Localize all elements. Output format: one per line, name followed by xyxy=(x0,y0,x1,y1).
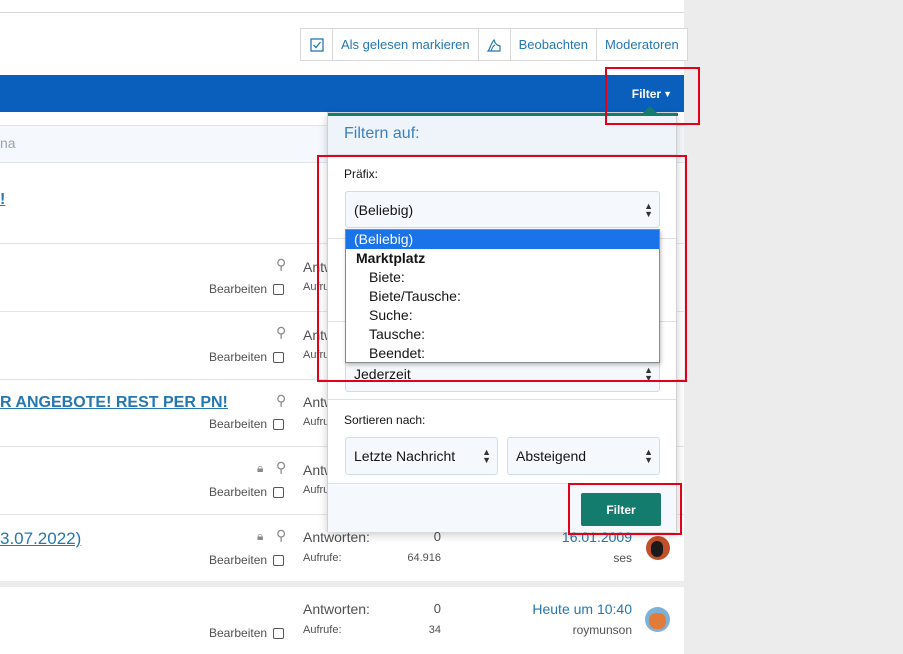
edit-label: Bearbeiten xyxy=(209,282,268,296)
pin-icon: ⚲ xyxy=(276,392,287,408)
thread-title-link[interactable]: R ANGEBOTE! REST PER PN! xyxy=(0,394,228,412)
select-checkbox[interactable] xyxy=(273,351,285,363)
sort-field-value: Letzte Nachricht xyxy=(354,448,456,464)
sort-label: Sortieren nach: xyxy=(344,413,426,427)
watch-button[interactable]: Beobachten xyxy=(511,29,598,60)
highlight-box-submit xyxy=(568,483,682,535)
select-checkbox[interactable] xyxy=(273,418,285,430)
edit-control[interactable]: Bearbeiten xyxy=(209,485,285,499)
views-label: Aufru xyxy=(303,484,330,496)
replies-label: Antworten: xyxy=(303,601,370,617)
sort-order-select[interactable]: Absteigend ▲ ▼ xyxy=(507,437,660,475)
last-post-date[interactable]: Heute um 10:40 xyxy=(500,601,632,617)
select-checkbox[interactable] xyxy=(273,283,285,295)
edit-control[interactable]: Bearbeiten xyxy=(209,350,285,364)
edit-control[interactable]: Bearbeiten xyxy=(209,417,285,431)
last-post-user[interactable]: ses xyxy=(560,551,632,565)
mark-read-button[interactable]: Als gelesen markieren xyxy=(333,29,479,60)
views-label: Aufru xyxy=(303,416,330,428)
sort-field-select[interactable]: Letzte Nachricht ▲ ▼ xyxy=(345,437,498,475)
edit-control[interactable]: Bearbeiten xyxy=(209,626,285,640)
select-checkbox[interactable] xyxy=(273,554,285,566)
divider xyxy=(328,399,676,400)
edit-label: Bearbeiten xyxy=(209,350,268,364)
edit-control[interactable]: Bearbeiten xyxy=(209,553,285,567)
thread-actions-bar: Als gelesen markieren Beobachten Moderat… xyxy=(300,28,688,61)
edit-label: Bearbeiten xyxy=(209,553,268,567)
select-checkbox[interactable] xyxy=(273,627,285,639)
last-post-user[interactable]: roymunson xyxy=(540,623,632,637)
lock-icon: 🔒︎ xyxy=(257,529,264,543)
edit-label: Bearbeiten xyxy=(209,417,268,431)
search-input-fragment[interactable]: na xyxy=(0,135,16,151)
lock-icon: 🔒︎ xyxy=(257,461,264,475)
highlight-box-filter-toggle xyxy=(605,67,700,125)
top-strip xyxy=(0,0,684,13)
edit-control[interactable]: Bearbeiten xyxy=(209,282,285,296)
wave-icon xyxy=(486,38,501,52)
pin-icon: ⚲ xyxy=(276,324,287,340)
pin-icon: ⚲ xyxy=(276,527,287,543)
table-row: Bearbeiten Antworten: 0 Aufrufe: 34 Heut… xyxy=(0,587,684,654)
thread-title-link[interactable]: ! xyxy=(0,191,5,209)
watch-icon-button[interactable] xyxy=(479,29,511,60)
edit-label: Bearbeiten xyxy=(209,485,268,499)
avatar-face xyxy=(649,613,666,629)
avatar[interactable] xyxy=(646,536,670,560)
views-label: Aufrufe: xyxy=(303,552,342,564)
mark-read-icon-button[interactable] xyxy=(301,29,333,60)
pin-icon: ⚲ xyxy=(276,256,287,272)
views-label: Aufrufe: xyxy=(303,624,342,636)
select-checkbox[interactable] xyxy=(273,486,285,498)
sort-order-value: Absteigend xyxy=(516,448,587,464)
highlight-box-prefix xyxy=(317,155,687,382)
avatar-figure xyxy=(651,541,663,557)
edit-label: Bearbeiten xyxy=(209,626,268,640)
views-count: 64.916 xyxy=(407,552,441,564)
pin-icon: ⚲ xyxy=(276,459,287,475)
thread-title-link[interactable]: 3.07.2022) xyxy=(0,529,81,549)
replies-count: 0 xyxy=(433,601,441,616)
select-arrows-icon: ▲ ▼ xyxy=(644,447,653,465)
thread-list-header-bar: Filter ▼ xyxy=(0,75,684,112)
avatar[interactable] xyxy=(645,607,670,632)
select-arrows-icon: ▲ ▼ xyxy=(482,447,491,465)
moderators-button[interactable]: Moderatoren xyxy=(597,29,687,60)
views-count: 34 xyxy=(428,624,441,636)
checkbox-checked-icon xyxy=(309,37,324,52)
